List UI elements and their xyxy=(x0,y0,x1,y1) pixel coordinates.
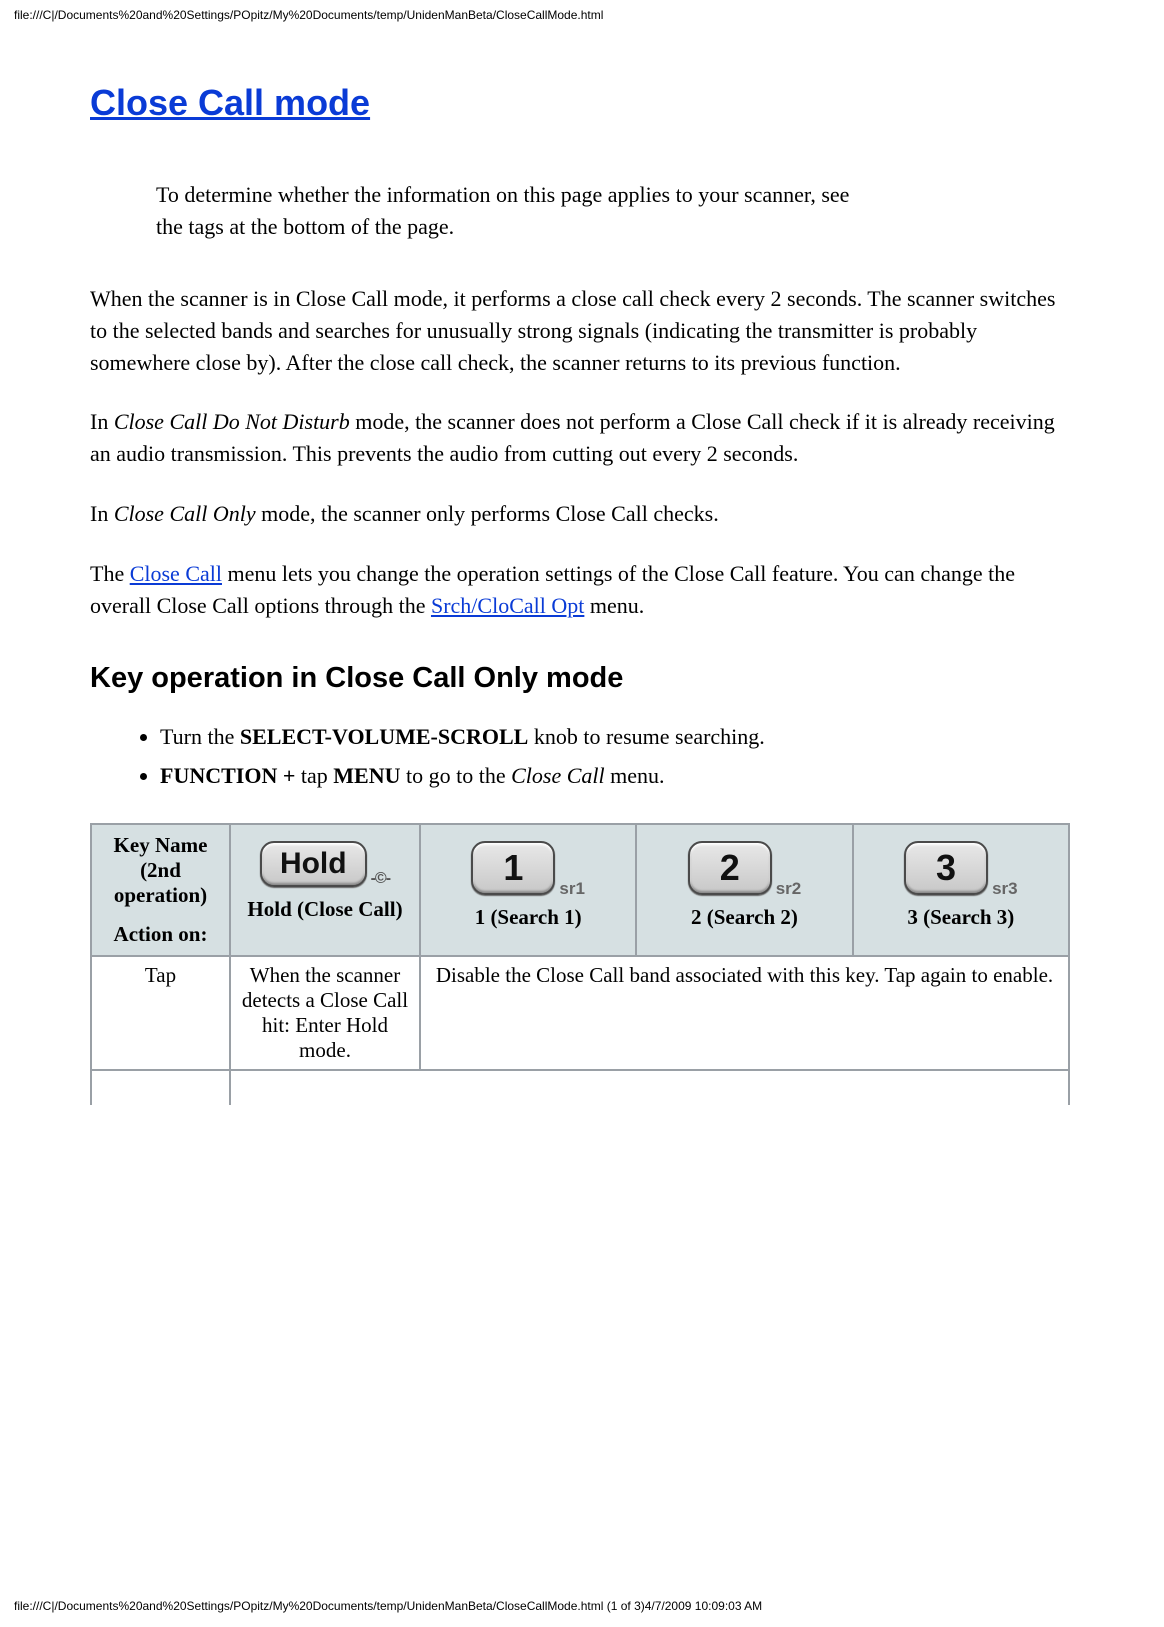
key-label: 1 (Search 1) xyxy=(431,905,625,930)
header-file-path: file:///C|/Documents%20and%20Settings/PO… xyxy=(14,8,1150,22)
text: Key Name (2nd operation) xyxy=(98,833,223,908)
text: In xyxy=(90,409,114,434)
text: mode, the scanner only performs Close Ca… xyxy=(256,501,719,526)
table-header-key-3: 3sr3 3 (Search 3) xyxy=(853,824,1069,956)
table-header-actions: Key Name (2nd operation) Action on: xyxy=(91,824,230,956)
section-heading-key-operation: Key operation in Close Call Only mode xyxy=(90,662,1070,695)
table-row: Tap When the scanner detects a Close Cal… xyxy=(91,956,1069,1070)
table-row xyxy=(91,1070,1069,1105)
cell-tap-disable: Disable the Close Call band associated w… xyxy=(420,956,1069,1070)
text: Action on: xyxy=(98,922,223,947)
paragraph-cconly: In Close Call Only mode, the scanner onl… xyxy=(90,498,1070,530)
emphasis-dnd: Close Call Do Not Disturb xyxy=(114,409,350,434)
page-title[interactable]: Close Call mode xyxy=(90,82,1070,124)
emphasis-close-call: Close Call xyxy=(511,763,605,788)
list-item: FUNCTION + tap MENU to go to the Close C… xyxy=(160,758,1070,793)
text: to go to the xyxy=(400,763,511,788)
key-operation-table: Key Name (2nd operation) Action on: Hold… xyxy=(90,823,1070,1105)
keycap-1-icon: 1 xyxy=(471,841,555,895)
subscript-sr1: sr1 xyxy=(559,879,585,898)
link-close-call[interactable]: Close Call xyxy=(130,561,222,586)
text: Turn the xyxy=(160,724,240,749)
table-header-key-2: 2sr2 2 (Search 2) xyxy=(636,824,852,956)
text: In xyxy=(90,501,114,526)
table-header-key-hold: Hold-©- Hold (Close Call) xyxy=(230,824,420,956)
footer-file-path: file:///C|/Documents%20and%20Settings/PO… xyxy=(14,1599,762,1613)
emphasis-cconly: Close Call Only xyxy=(114,501,256,526)
text: The xyxy=(90,561,130,586)
key-label: Hold (Close Call) xyxy=(241,897,409,922)
list-item: Turn the SELECT-VOLUME-SCROLL knob to re… xyxy=(160,719,1070,754)
paragraph-menu: The Close Call menu lets you change the … xyxy=(90,558,1070,622)
key-label: 3 (Search 3) xyxy=(864,905,1058,930)
keycap-2-icon: 2 xyxy=(688,841,772,895)
bullet-list: Turn the SELECT-VOLUME-SCROLL knob to re… xyxy=(90,719,1070,793)
bold-function: FUNCTION + xyxy=(160,763,295,788)
bold-knob: SELECT-VOLUME-SCROLL xyxy=(240,724,528,749)
bold-menu: MENU xyxy=(333,763,400,788)
text: knob to resume searching. xyxy=(528,724,764,749)
intro-note: To determine whether the information on … xyxy=(156,179,876,243)
keycap-3-icon: 3 xyxy=(904,841,988,895)
table-header-row: Key Name (2nd operation) Action on: Hold… xyxy=(91,824,1069,956)
row-label-tap: Tap xyxy=(91,956,230,1070)
link-srch-clocall-opt[interactable]: Srch/CloCall Opt xyxy=(431,593,584,618)
text: menu. xyxy=(584,593,644,618)
subscript-sr3: sr3 xyxy=(992,879,1018,898)
text: tap xyxy=(295,763,333,788)
paragraph-dnd: In Close Call Do Not Disturb mode, the s… xyxy=(90,406,1070,470)
cell-tap-hold: When the scanner detects a Close Call hi… xyxy=(230,956,420,1070)
close-call-symbol-icon: -©- xyxy=(371,870,390,887)
paragraph-overview: When the scanner is in Close Call mode, … xyxy=(90,283,1070,379)
empty-cell xyxy=(230,1070,1069,1105)
subscript-sr2: sr2 xyxy=(776,879,802,898)
keycap-hold-icon: Hold xyxy=(260,841,367,887)
table-header-key-1: 1sr1 1 (Search 1) xyxy=(420,824,636,956)
text: menu. xyxy=(605,763,665,788)
key-label: 2 (Search 2) xyxy=(647,905,841,930)
empty-cell xyxy=(91,1070,230,1105)
